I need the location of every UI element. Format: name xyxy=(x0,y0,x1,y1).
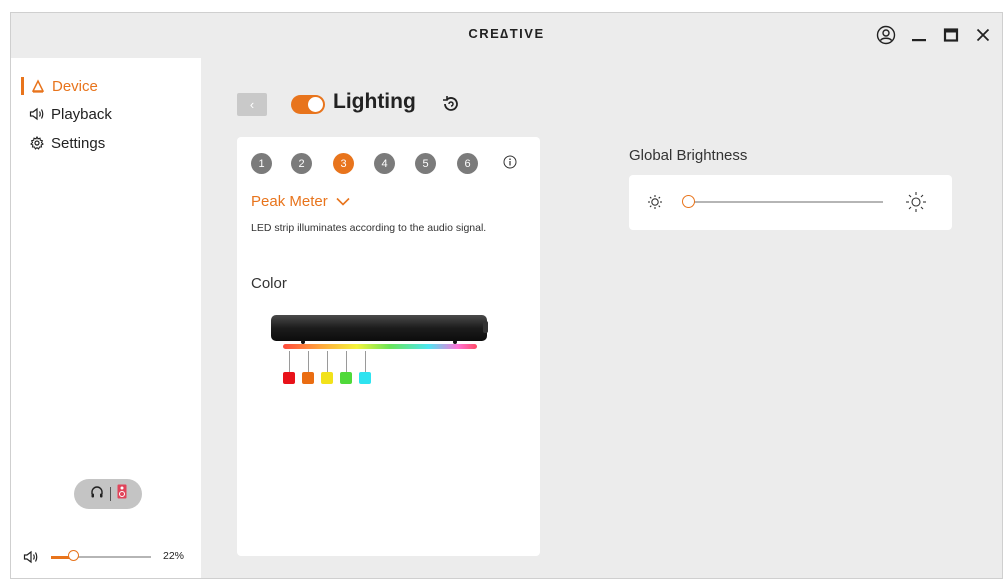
creative-logo: CRE∆TIVE xyxy=(468,26,545,41)
mode-description: LED strip illuminates according to the a… xyxy=(251,222,487,234)
info-icon[interactable] xyxy=(503,155,517,174)
volume-icon xyxy=(23,550,38,564)
global-brightness-card xyxy=(629,175,952,230)
zone-1-button[interactable]: 1 xyxy=(251,153,272,174)
speaker-device-icon xyxy=(117,484,127,504)
device-icon xyxy=(30,79,46,93)
back-button[interactable]: ‹ xyxy=(237,93,267,116)
main-content: ‹ Lighting 1 2 3 4 5 6 Peak Meter LED st… xyxy=(201,58,1002,578)
color-swatch-1[interactable] xyxy=(283,372,295,384)
zone-connector xyxy=(365,351,366,372)
output-device-toggle[interactable] xyxy=(74,479,142,509)
sidebar: Device Playback Settings 22% xyxy=(11,58,201,578)
lighting-card: 1 2 3 4 5 6 Peak Meter LED strip illumin… xyxy=(237,137,540,556)
global-brightness-label: Global Brightness xyxy=(629,147,748,164)
zone-2-button[interactable]: 2 xyxy=(291,153,312,174)
chevron-down-icon xyxy=(336,193,350,210)
minimize-icon[interactable] xyxy=(905,21,933,49)
reset-icon[interactable] xyxy=(441,94,461,119)
gear-icon xyxy=(29,136,45,150)
sidebar-item-device[interactable]: Device xyxy=(21,75,98,97)
zone-3-button[interactable]: 3 xyxy=(333,153,354,174)
close-icon[interactable] xyxy=(969,21,997,49)
speaker-icon xyxy=(29,107,45,121)
color-swatch-4[interactable] xyxy=(340,372,352,384)
sidebar-item-settings[interactable]: Settings xyxy=(29,132,105,154)
headphones-icon xyxy=(90,485,104,504)
zone-5-button[interactable]: 5 xyxy=(415,153,436,174)
sidebar-item-playback[interactable]: Playback xyxy=(29,103,112,125)
sidebar-item-label: Settings xyxy=(51,134,106,152)
color-swatch-3[interactable] xyxy=(321,372,333,384)
zone-4-button[interactable]: 4 xyxy=(374,153,395,174)
color-swatch-5[interactable] xyxy=(359,372,371,384)
mode-label: Peak Meter xyxy=(251,193,328,210)
volume-slider[interactable] xyxy=(51,550,151,561)
active-indicator xyxy=(21,77,24,95)
sidebar-item-label: Device xyxy=(52,77,98,95)
zone-connector xyxy=(327,351,328,372)
title-bar: CRE∆TIVE xyxy=(11,13,1002,58)
volume-slider-handle[interactable] xyxy=(68,550,79,561)
zone-connector xyxy=(346,351,347,372)
zone-connector xyxy=(289,351,290,372)
brightness-slider-handle[interactable] xyxy=(682,195,695,208)
mode-dropdown[interactable]: Peak Meter xyxy=(251,193,350,210)
account-icon[interactable] xyxy=(872,21,900,49)
maximize-icon[interactable] xyxy=(937,21,965,49)
color-label: Color xyxy=(251,275,287,292)
soundbar-image xyxy=(271,315,488,349)
zone-6-button[interactable]: 6 xyxy=(457,153,478,174)
zone-connector xyxy=(308,351,309,372)
chevron-left-icon: ‹ xyxy=(249,97,255,112)
toggle-knob xyxy=(308,97,323,112)
brightness-slider[interactable] xyxy=(682,195,883,208)
app-window: CRE∆TIVE Device Playback Settings 22% ‹ … xyxy=(10,12,1003,579)
sidebar-item-label: Playback xyxy=(51,105,112,123)
divider xyxy=(109,487,111,501)
brightness-high-icon xyxy=(906,192,926,212)
volume-value: 22% xyxy=(163,550,185,562)
lighting-toggle[interactable] xyxy=(291,95,325,114)
page-title: Lighting xyxy=(333,90,416,113)
brightness-low-icon xyxy=(648,195,662,209)
color-swatch-2[interactable] xyxy=(302,372,314,384)
